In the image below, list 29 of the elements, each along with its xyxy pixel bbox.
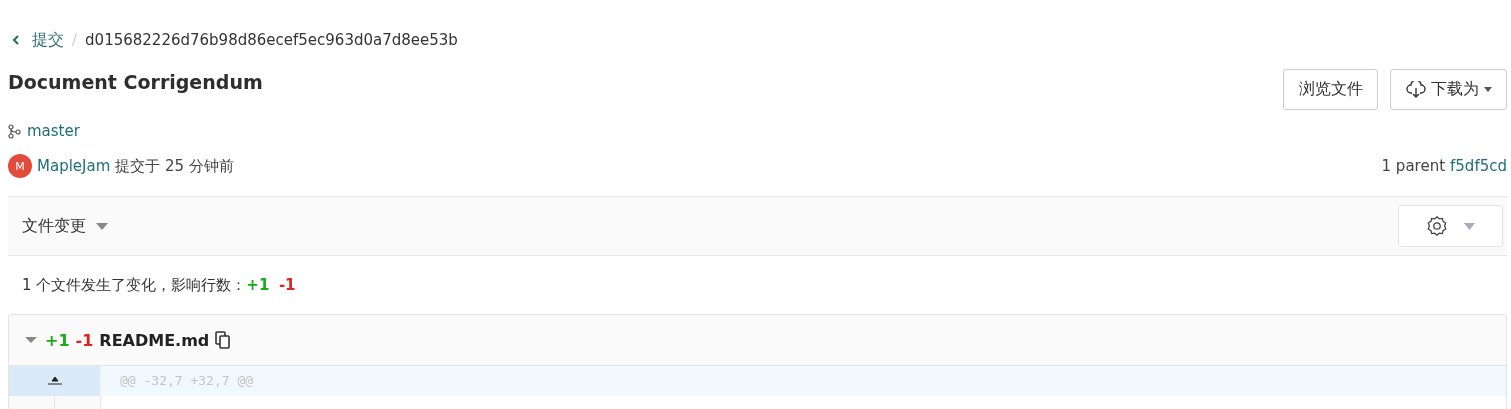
- breadcrumb-separator: /: [72, 31, 78, 49]
- author-link[interactable]: MapleJam: [37, 157, 111, 175]
- back-chevron-icon[interactable]: [12, 35, 20, 45]
- download-button[interactable]: 下载为: [1390, 69, 1507, 110]
- settings-dropdown[interactable]: [1398, 205, 1503, 247]
- cloud-download-icon: [1406, 81, 1426, 98]
- added-count: +1: [45, 330, 70, 350]
- copy-icon[interactable]: [215, 331, 231, 349]
- browse-files-button[interactable]: 浏览文件: [1283, 69, 1378, 110]
- caret-icon: [96, 222, 108, 230]
- commit-time: 提交于 25 分钟前: [115, 156, 234, 176]
- caret-icon: [1464, 222, 1475, 230]
- caret-icon: [1484, 87, 1492, 92]
- settings-icon: [1426, 215, 1448, 237]
- change-summary: 1 个文件发生了变化，影响行数：+1 -1: [22, 276, 297, 296]
- hunk-header: @@ -32,7 +32,7 @@: [119, 372, 254, 390]
- file-name: README.md: [99, 330, 210, 350]
- commit-title: Document Corrigendum: [8, 70, 263, 95]
- commit-sha: d015682226d76b98d86ecef5ec963d0a7d8ee53b: [85, 31, 458, 49]
- expand-up-icon[interactable]: [47, 377, 62, 385]
- collapse-caret-icon[interactable]: [25, 334, 37, 346]
- parent-sha-link[interactable]: f5df5cd: [1450, 157, 1507, 175]
- avatar: M: [8, 154, 32, 178]
- file-changes-dropdown[interactable]: 文件变更: [22, 215, 108, 237]
- branch-link[interactable]: master: [27, 122, 80, 140]
- parent-count: 1 parent: [1381, 157, 1446, 175]
- commits-link[interactable]: 提交: [32, 29, 64, 51]
- removed-count: -1: [75, 330, 94, 350]
- branch-icon: [8, 123, 21, 139]
